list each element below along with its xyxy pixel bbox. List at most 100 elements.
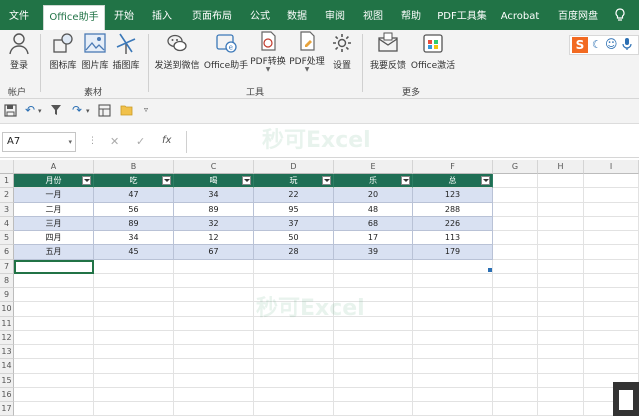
grid-cell[interactable]	[254, 359, 334, 374]
table-cell[interactable]: 34	[174, 188, 254, 203]
grid-cell[interactable]	[584, 330, 639, 345]
row-header[interactable]: 5	[0, 231, 14, 246]
chevron-down-icon[interactable]: ▾	[68, 133, 72, 151]
column-header-b[interactable]: B	[94, 160, 174, 174]
tab-office-assistant[interactable]: Office助手	[43, 5, 105, 30]
row-header[interactable]: 15	[0, 373, 14, 388]
grid-cell[interactable]	[94, 259, 174, 274]
grid-cell[interactable]	[254, 345, 334, 360]
grid-cell[interactable]	[174, 387, 254, 402]
table-header-cell[interactable]: 总	[413, 174, 493, 189]
table-cell[interactable]: 67	[174, 245, 254, 260]
row-header[interactable]: 9	[0, 288, 14, 303]
grid-cell[interactable]	[493, 245, 538, 260]
row-header[interactable]: 8	[0, 273, 14, 288]
grid-cell[interactable]	[493, 316, 538, 331]
grid-cell[interactable]	[14, 330, 94, 345]
tab-data[interactable]: 数据	[284, 0, 310, 30]
chevron-down-icon[interactable]: ▾	[86, 107, 90, 115]
confirm-icon[interactable]: ✓	[136, 135, 145, 148]
grid-cell[interactable]	[174, 373, 254, 388]
image-library-button[interactable]: 图片库	[80, 31, 110, 71]
table-cell[interactable]: 123	[413, 188, 493, 203]
column-header-g[interactable]: G	[493, 160, 538, 174]
filter-dropdown-icon[interactable]	[242, 176, 251, 185]
tab-insert[interactable]: 插入	[149, 0, 175, 30]
filter-dropdown-icon[interactable]	[401, 176, 410, 185]
grid-cell[interactable]	[14, 387, 94, 402]
grid-cell[interactable]	[493, 330, 538, 345]
grid-cell[interactable]	[94, 359, 174, 374]
table-header-cell[interactable]: 乐	[334, 174, 413, 189]
icon-library-button[interactable]: 图标库	[46, 31, 80, 71]
table-cell[interactable]: 113	[413, 231, 493, 246]
grid-cell[interactable]	[538, 345, 584, 360]
grid-cell[interactable]	[538, 316, 584, 331]
pdf-process-button[interactable]: PDF处理 ▼	[288, 31, 326, 73]
cancel-icon[interactable]: ✕	[110, 135, 119, 148]
grid-cell[interactable]	[334, 330, 413, 345]
grid-cell[interactable]	[334, 273, 413, 288]
grid-cell[interactable]	[334, 402, 413, 416]
grid-cell[interactable]	[14, 373, 94, 388]
grid-cell[interactable]	[584, 273, 639, 288]
row-header[interactable]: 17	[0, 402, 14, 416]
grid-cell[interactable]	[334, 373, 413, 388]
grid-cell[interactable]	[254, 373, 334, 388]
table-cell[interactable]: 47	[94, 188, 174, 203]
grid-cell[interactable]	[174, 259, 254, 274]
table-cell[interactable]: 37	[254, 216, 334, 231]
filter-dropdown-icon[interactable]	[82, 176, 91, 185]
redo-icon[interactable]: ↷	[72, 103, 82, 117]
table-cell[interactable]: 34	[94, 231, 174, 246]
grid-cell[interactable]	[94, 316, 174, 331]
undo-icon[interactable]: ↶	[25, 103, 35, 117]
table-cell[interactable]: 48	[334, 202, 413, 217]
filter-icon[interactable]	[50, 104, 62, 119]
sogou-s-icon[interactable]: S	[572, 37, 588, 53]
grid-cell[interactable]	[334, 387, 413, 402]
grid-cell[interactable]	[94, 330, 174, 345]
row-header[interactable]: 1	[0, 174, 14, 189]
table-cell[interactable]: 32	[174, 216, 254, 231]
table-cell[interactable]: 二月	[14, 202, 94, 217]
grid-cell[interactable]	[174, 302, 254, 317]
table-header-cell[interactable]: 吃	[94, 174, 174, 189]
grid-cell[interactable]	[584, 259, 639, 274]
grid-cell[interactable]	[584, 288, 639, 303]
row-header[interactable]: 13	[0, 345, 14, 360]
table-header-cell[interactable]: 月份	[14, 174, 94, 189]
moon-icon[interactable]: ☾	[592, 38, 602, 51]
tab-file[interactable]: 文件	[6, 0, 32, 30]
tab-formulas[interactable]: 公式	[248, 0, 272, 30]
grid-cell[interactable]	[94, 402, 174, 416]
table-cell[interactable]: 179	[413, 245, 493, 260]
grid-cell[interactable]	[584, 245, 639, 260]
grid-cell[interactable]	[254, 402, 334, 416]
table-cell[interactable]: 一月	[14, 188, 94, 203]
grid-cell[interactable]	[538, 231, 584, 246]
row-header[interactable]: 11	[0, 316, 14, 331]
grid-cell[interactable]	[584, 202, 639, 217]
grid-cell[interactable]	[14, 288, 94, 303]
filter-dropdown-icon[interactable]	[162, 176, 171, 185]
row-header[interactable]: 7	[0, 259, 14, 274]
grid-cell[interactable]	[538, 387, 584, 402]
tab-review[interactable]: 审阅	[322, 0, 348, 30]
table-cell[interactable]: 89	[94, 216, 174, 231]
grid-cell[interactable]	[334, 345, 413, 360]
name-box[interactable]: A7 ▾	[2, 132, 76, 152]
grid-cell[interactable]	[493, 402, 538, 416]
grid-cell[interactable]	[94, 387, 174, 402]
column-header-h[interactable]: H	[538, 160, 584, 174]
worksheet-grid[interactable]: ABCDEFGHI 1 2 3 4 5 6 7 8 9 10 11 12 13 14 15 16 17 月份吃喝…	[0, 160, 639, 416]
settings-button[interactable]: 设置	[328, 31, 356, 71]
table-header-cell[interactable]: 喝	[174, 174, 254, 189]
grid-cell[interactable]	[94, 273, 174, 288]
row-header[interactable]: 12	[0, 330, 14, 345]
table-cell[interactable]: 95	[254, 202, 334, 217]
illustration-library-button[interactable]: 插图库	[110, 31, 142, 71]
grid-cell[interactable]	[538, 373, 584, 388]
grid-cell[interactable]	[538, 402, 584, 416]
table-cell[interactable]: 22	[254, 188, 334, 203]
